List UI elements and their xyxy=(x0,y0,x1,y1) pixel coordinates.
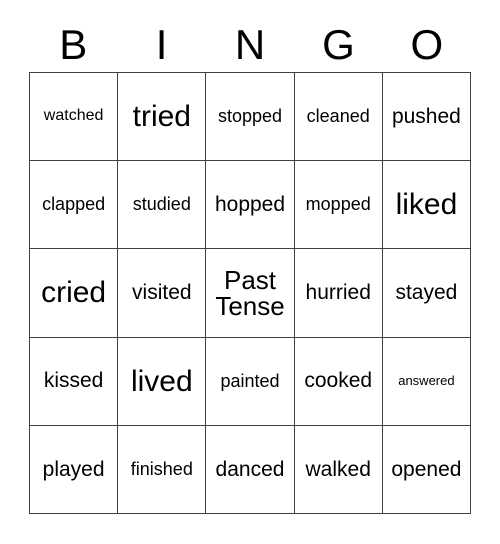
bingo-cell[interactable]: visited xyxy=(118,249,207,338)
bingo-cell-label: pushed xyxy=(391,104,461,128)
bingo-cell-label: Past Tense xyxy=(215,265,285,321)
bingo-cell-label: played xyxy=(42,457,105,481)
bingo-cell[interactable]: mopped xyxy=(294,161,383,250)
bingo-cell-label: clapped xyxy=(42,194,106,215)
bingo-free-space-cell[interactable]: Past Tense xyxy=(206,249,295,338)
bingo-cell-label: walked xyxy=(305,457,371,481)
bingo-cell[interactable]: walked xyxy=(294,425,383,515)
bingo-grid: watched tried stopped cleaned pushed clapped s… xyxy=(29,72,472,515)
bingo-cell-label: lived xyxy=(130,364,193,398)
bingo-cell[interactable]: pushed xyxy=(382,73,472,162)
bingo-cell-label: painted xyxy=(220,370,280,391)
bingo-cell[interactable]: tried xyxy=(118,73,207,162)
bingo-header-row: BINGO xyxy=(29,18,471,72)
bingo-cell[interactable]: stayed xyxy=(382,249,472,338)
bingo-header-letter-i: I xyxy=(155,21,168,68)
bingo-cell-label: cooked xyxy=(304,369,373,393)
bingo-cell[interactable]: answered xyxy=(382,337,472,426)
bingo-cell-label: cleaned xyxy=(306,106,370,127)
bingo-cell-label: opened xyxy=(391,457,462,481)
bingo-cell[interactable]: clapped xyxy=(30,161,119,250)
bingo-cell[interactable]: hopped xyxy=(206,161,295,250)
bingo-cell-label: hurried xyxy=(305,281,371,305)
bingo-card: B I N G O watched tried stopped cleaned pushed cl… xyxy=(0,0,500,544)
bingo-cell[interactable]: watched xyxy=(30,73,119,162)
bingo-cell-label: studied xyxy=(132,194,191,215)
bingo-cell-label: danced xyxy=(215,457,285,481)
bingo-cell[interactable]: opened xyxy=(382,425,472,515)
bingo-row: kissed lived painted cooked answered xyxy=(30,337,472,426)
bingo-cell[interactable]: finished xyxy=(118,425,207,515)
bingo-header-letter-o: O xyxy=(410,21,444,68)
bingo-cell-label: cried xyxy=(41,276,107,310)
bingo-cell[interactable]: played xyxy=(30,425,119,515)
bingo-cell-label: mopped xyxy=(305,194,371,215)
bingo-cell-label: watched xyxy=(43,107,104,125)
bingo-cell[interactable]: lived xyxy=(118,337,207,426)
bingo-cell-label: visited xyxy=(132,281,192,305)
bingo-row: watched tried stopped cleaned pushed xyxy=(30,73,472,162)
bingo-cell-label: hopped xyxy=(214,192,286,216)
bingo-cell[interactable]: cried xyxy=(30,249,119,338)
bingo-cell[interactable]: kissed xyxy=(30,337,119,426)
bingo-row: clapped studied hopped mopped liked xyxy=(30,161,472,250)
bingo-header-letter-n: N xyxy=(234,21,266,68)
bingo-cell-label: finished xyxy=(130,459,193,480)
bingo-cell-label: stayed xyxy=(395,281,458,305)
bingo-row: played finished danced walked opened xyxy=(30,425,472,515)
bingo-cell[interactable]: stopped xyxy=(206,73,295,162)
bingo-cell[interactable]: painted xyxy=(206,337,295,426)
bingo-cell[interactable]: danced xyxy=(206,425,295,515)
bingo-cell-label: kissed xyxy=(43,369,104,393)
bingo-header-letter-b: B xyxy=(59,21,88,68)
bingo-cell[interactable]: cooked xyxy=(294,337,383,426)
bingo-cell-label: tried xyxy=(132,100,191,133)
bingo-cell[interactable]: liked xyxy=(382,161,472,250)
bingo-header-letter-g: G xyxy=(322,21,355,68)
bingo-cell[interactable]: cleaned xyxy=(294,73,383,162)
bingo-cell-label: stopped xyxy=(217,106,283,127)
bingo-cell-label: liked xyxy=(395,188,458,222)
bingo-row: cried visited Past Tense hurried stayed xyxy=(30,249,472,338)
bingo-cell-label: answered xyxy=(398,373,455,389)
bingo-cell[interactable]: studied xyxy=(118,161,207,250)
bingo-cell[interactable]: hurried xyxy=(294,249,383,338)
